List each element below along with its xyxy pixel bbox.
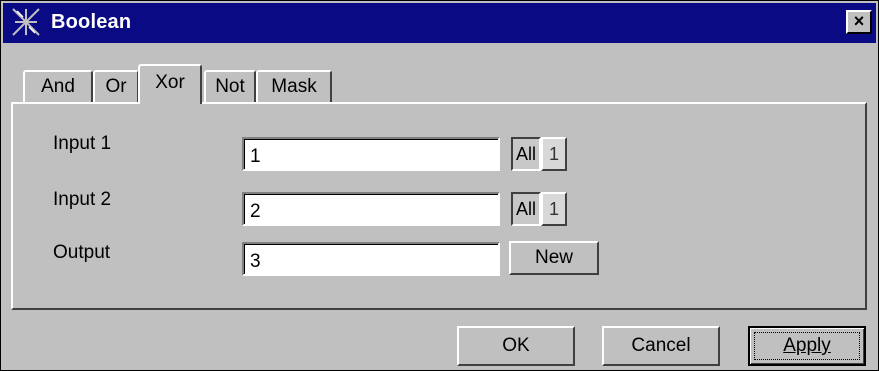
input2-one-toggle[interactable]: 1 — [541, 192, 567, 226]
output-label: Output — [53, 242, 111, 263]
input1-all-toggle[interactable]: All — [511, 137, 541, 171]
tab-xor[interactable]: Xor — [138, 64, 202, 104]
close-button[interactable]: × — [846, 10, 872, 34]
app-icon — [11, 7, 41, 37]
cancel-button[interactable]: Cancel — [602, 326, 720, 366]
input1-field[interactable]: 1 — [242, 137, 500, 171]
xor-panel: Input 1 1 All 1 Input 2 2 All 1 Output 3… — [11, 102, 867, 310]
title-bar: Boolean × — [3, 3, 876, 43]
tab-and[interactable]: And — [23, 70, 93, 104]
ok-button[interactable]: OK — [457, 326, 575, 366]
apply-button[interactable]: Apply — [748, 326, 866, 366]
tab-or[interactable]: Or — [93, 70, 139, 104]
tab-or-label: Or — [105, 76, 127, 97]
input1-one-toggle[interactable]: 1 — [541, 137, 567, 171]
tab-not[interactable]: Not — [204, 70, 256, 104]
focus-ring — [754, 332, 860, 360]
tab-xor-label: Xor — [155, 72, 185, 93]
input2-field[interactable]: 2 — [242, 192, 500, 226]
input2-label: Input 2 — [53, 189, 112, 210]
tab-mask[interactable]: Mask — [256, 70, 332, 104]
tab-not-label: Not — [215, 76, 245, 97]
window-title: Boolean — [51, 11, 132, 33]
tab-mask-label: Mask — [271, 76, 317, 97]
input1-label: Input 1 — [53, 133, 112, 154]
output-field[interactable]: 3 — [242, 242, 500, 276]
new-output-button[interactable]: New — [509, 241, 599, 275]
close-icon: × — [853, 11, 865, 31]
boolean-dialog: Boolean × And Or Xor Not Mask Input 1 1 … — [0, 0, 879, 371]
input2-all-toggle[interactable]: All — [511, 192, 541, 226]
tab-and-label: And — [41, 76, 75, 97]
